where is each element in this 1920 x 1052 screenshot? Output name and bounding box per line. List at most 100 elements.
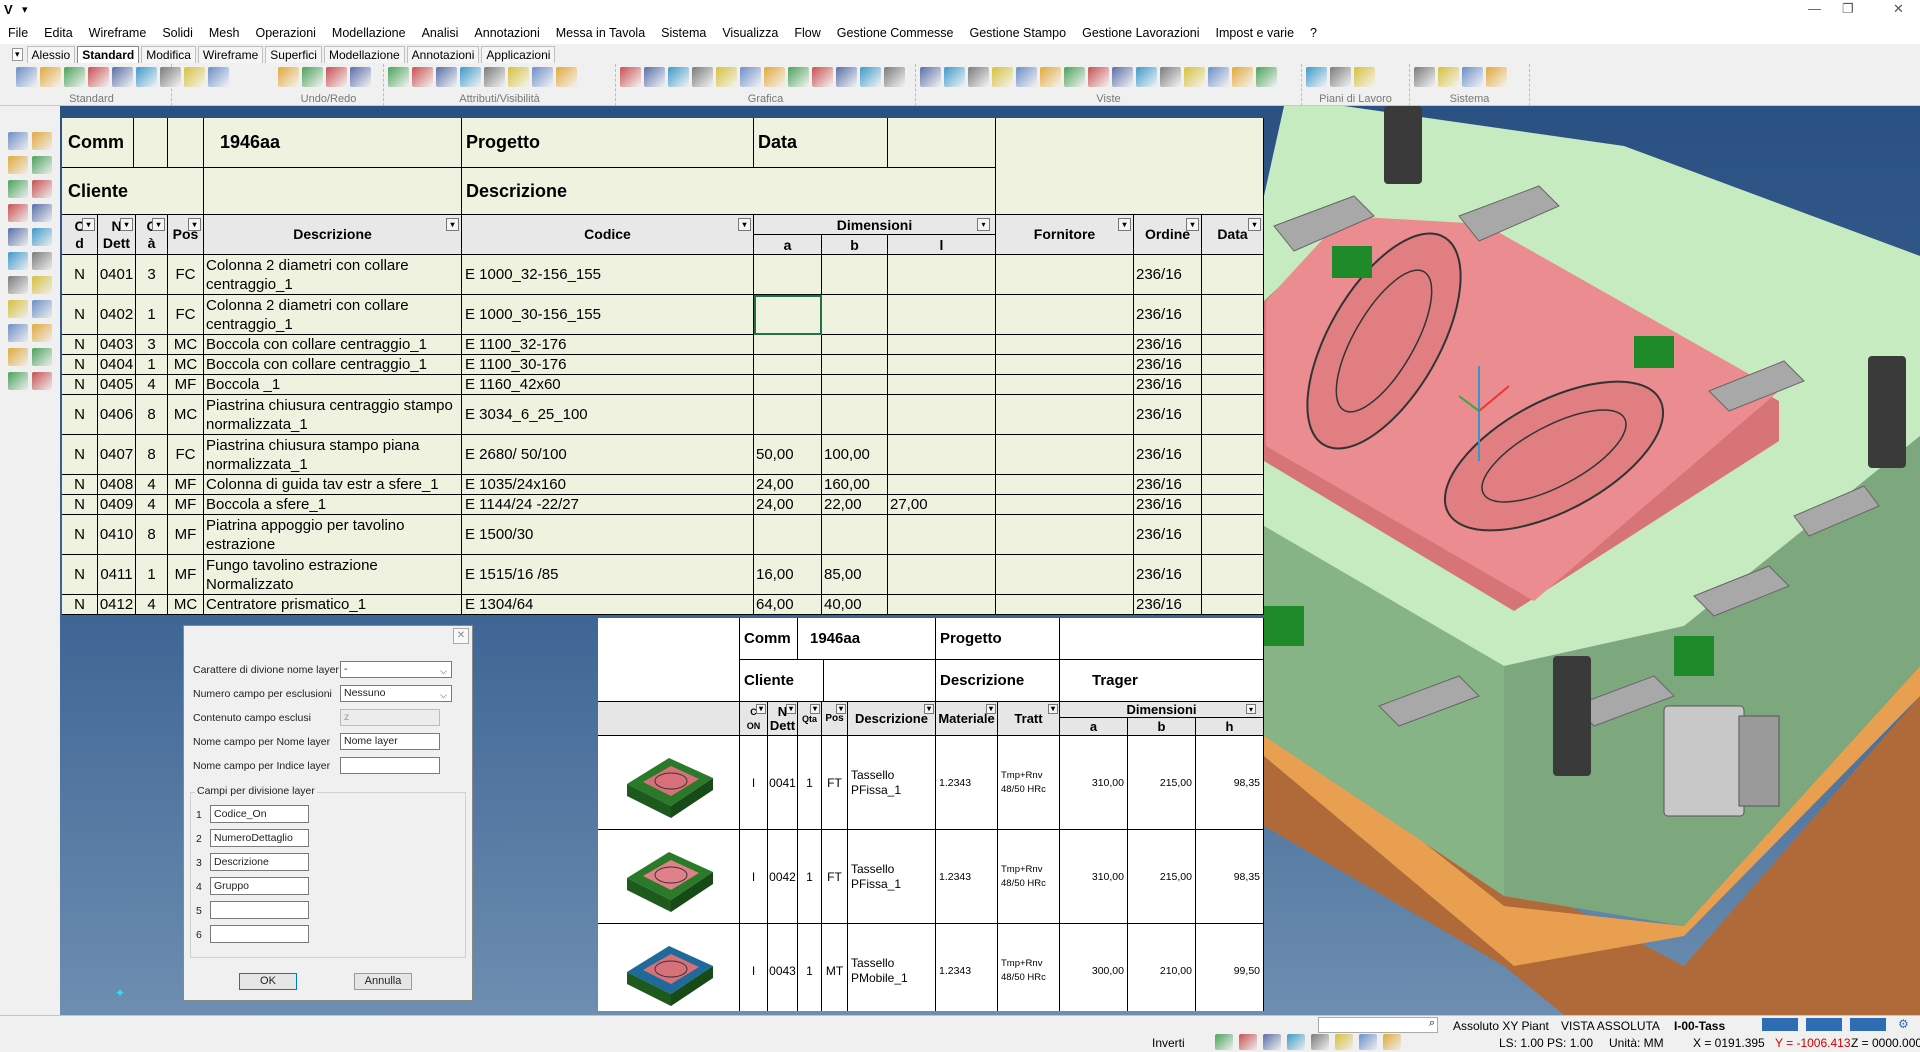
toolbar-button-icon[interactable] xyxy=(484,67,505,87)
toolbar-button-icon[interactable] xyxy=(1330,67,1351,87)
menu-item[interactable]: Analisi xyxy=(414,26,467,40)
toolbar-button-icon[interactable] xyxy=(884,67,905,87)
ribbon-tab[interactable]: Alessio xyxy=(26,45,76,63)
annulla-button[interactable]: Annulla xyxy=(354,973,412,990)
toolbar-button-icon[interactable] xyxy=(1232,67,1253,87)
filter-dropdown-icon[interactable]: ▾ xyxy=(810,704,820,714)
tool-icon[interactable] xyxy=(32,180,52,198)
command-input[interactable]: ⌕ xyxy=(1318,1017,1438,1033)
toolbar-button-icon[interactable] xyxy=(88,67,109,87)
toolbar-button-icon[interactable] xyxy=(412,67,433,87)
toolbar-button-icon[interactable] xyxy=(620,67,641,87)
filter-dropdown-icon[interactable]: ▾ xyxy=(1246,704,1256,714)
toolbar-button-icon[interactable] xyxy=(788,67,809,87)
indice-layer-field[interactable] xyxy=(340,757,440,774)
tool-icon[interactable] xyxy=(8,372,28,390)
nome-layer-field[interactable]: Nome layer xyxy=(340,733,440,750)
menu-item[interactable]: Operazioni xyxy=(247,26,323,40)
bom-spreadsheet[interactable]: Comm 1946aa Progetto Data Cliente Descrizione… xyxy=(62,118,1264,615)
toolbar-button-icon[interactable] xyxy=(1414,67,1435,87)
filter-dropdown-icon[interactable]: ▾ xyxy=(82,218,95,231)
toolbar-button-icon[interactable] xyxy=(1306,67,1327,87)
tabs-dropdown-icon[interactable]: ▾ xyxy=(12,47,23,61)
toolbar-button-icon[interactable] xyxy=(860,67,881,87)
toolbar-button-icon[interactable] xyxy=(532,67,553,87)
numero-select[interactable]: Nessuno ⌵ xyxy=(340,685,452,702)
toolbar-button-icon[interactable] xyxy=(1462,67,1483,87)
toolbar-button-icon[interactable] xyxy=(764,67,785,87)
toolbar-button-icon[interactable] xyxy=(1160,67,1181,87)
menu-item[interactable]: Modellazione xyxy=(324,26,414,40)
menu-item[interactable]: Impost e varie xyxy=(1208,26,1303,40)
toolbar-button-icon[interactable] xyxy=(160,67,181,87)
menu-item[interactable]: Mesh xyxy=(201,26,248,40)
layer-field-input[interactable]: NumeroDettaglio xyxy=(210,829,309,847)
toolbar-button-icon[interactable] xyxy=(184,67,205,87)
layer-field-input[interactable]: Gruppo xyxy=(210,877,309,895)
filter-dropdown-icon[interactable]: ▾ xyxy=(756,704,766,714)
status-tool-icon[interactable] xyxy=(1383,1034,1401,1050)
toolbar-button-icon[interactable] xyxy=(968,67,989,87)
mold-3d-model[interactable] xyxy=(1264,106,1920,1015)
tool-icon[interactable] xyxy=(32,228,52,246)
ok-button[interactable]: OK xyxy=(239,973,297,990)
toolbar-button-icon[interactable] xyxy=(1088,67,1109,87)
toolbar-button-icon[interactable] xyxy=(920,67,941,87)
menu-item[interactable]: Visualizza xyxy=(714,26,786,40)
toolbar-button-icon[interactable] xyxy=(1354,67,1375,87)
toolbar-button-icon[interactable] xyxy=(40,67,61,87)
layer-field-input[interactable] xyxy=(210,925,309,943)
tool-icon[interactable] xyxy=(32,348,52,366)
menu-item[interactable]: Gestione Lavorazioni xyxy=(1074,26,1207,40)
status-tool-icon[interactable] xyxy=(1359,1034,1377,1050)
toolbar-button-icon[interactable] xyxy=(136,67,157,87)
tool-icon[interactable] xyxy=(32,156,52,174)
invert-button[interactable]: Inverti xyxy=(1152,1036,1185,1050)
filter-dropdown-icon[interactable]: ▾ xyxy=(738,218,751,231)
tool-icon[interactable] xyxy=(32,252,52,270)
toolbar-button-icon[interactable] xyxy=(508,67,529,87)
tool-icon[interactable] xyxy=(32,276,52,294)
toolbar-button-icon[interactable] xyxy=(836,67,857,87)
toolbar-button-icon[interactable] xyxy=(64,67,85,87)
quick-access-arrow-icon[interactable]: ▾ xyxy=(22,3,28,16)
tool-icon[interactable] xyxy=(8,132,28,150)
filter-dropdown-icon[interactable]: ▾ xyxy=(924,704,934,714)
toolbar-button-icon[interactable] xyxy=(812,67,833,87)
ribbon-tab[interactable]: Wireframe xyxy=(197,45,264,63)
toolbar-button-icon[interactable] xyxy=(1064,67,1085,87)
filter-dropdown-icon[interactable]: ▾ xyxy=(152,218,165,231)
toolbar-button-icon[interactable] xyxy=(644,67,665,87)
tool-icon[interactable] xyxy=(8,156,28,174)
toolbar-button-icon[interactable] xyxy=(460,67,481,87)
menu-item[interactable]: Edita xyxy=(36,26,81,40)
status-tool-icon[interactable] xyxy=(1215,1034,1233,1050)
minimize-button[interactable]: — xyxy=(1808,1,1821,16)
tool-icon[interactable] xyxy=(32,204,52,222)
view-toggle-2[interactable] xyxy=(1806,1018,1842,1031)
menu-item[interactable]: Sistema xyxy=(653,26,714,40)
filter-dropdown-icon[interactable]: ▾ xyxy=(977,218,990,231)
ribbon-tab[interactable]: Modellazione xyxy=(323,45,405,63)
toolbar-button-icon[interactable] xyxy=(208,67,229,87)
dialog-close-button[interactable]: ✕ xyxy=(453,628,469,644)
menu-item[interactable]: ? xyxy=(1302,26,1325,40)
toolbar-button-icon[interactable] xyxy=(1438,67,1459,87)
toolbar-button-icon[interactable] xyxy=(668,67,689,87)
filter-dropdown-icon[interactable]: ▾ xyxy=(836,704,846,714)
toolbar-button-icon[interactable] xyxy=(1184,67,1205,87)
filter-dropdown-icon[interactable]: ▾ xyxy=(786,704,796,714)
filter-dropdown-icon[interactable]: ▾ xyxy=(1048,704,1058,714)
toolbar-button-icon[interactable] xyxy=(350,67,371,87)
current-layer[interactable]: I-00-Tass xyxy=(1674,1019,1725,1033)
menu-item[interactable]: Wireframe xyxy=(81,26,155,40)
tool-icon[interactable] xyxy=(8,324,28,342)
menu-item[interactable]: File xyxy=(0,26,36,40)
toolbar-button-icon[interactable] xyxy=(944,67,965,87)
tool-icon[interactable] xyxy=(8,180,28,198)
layer-field-input[interactable]: Codice_On xyxy=(210,805,309,823)
toolbar-button-icon[interactable] xyxy=(16,67,37,87)
tool-icon[interactable] xyxy=(32,372,52,390)
ribbon-tab[interactable]: Applicazioni xyxy=(481,45,556,63)
filter-dropdown-icon[interactable]: ▾ xyxy=(986,704,996,714)
